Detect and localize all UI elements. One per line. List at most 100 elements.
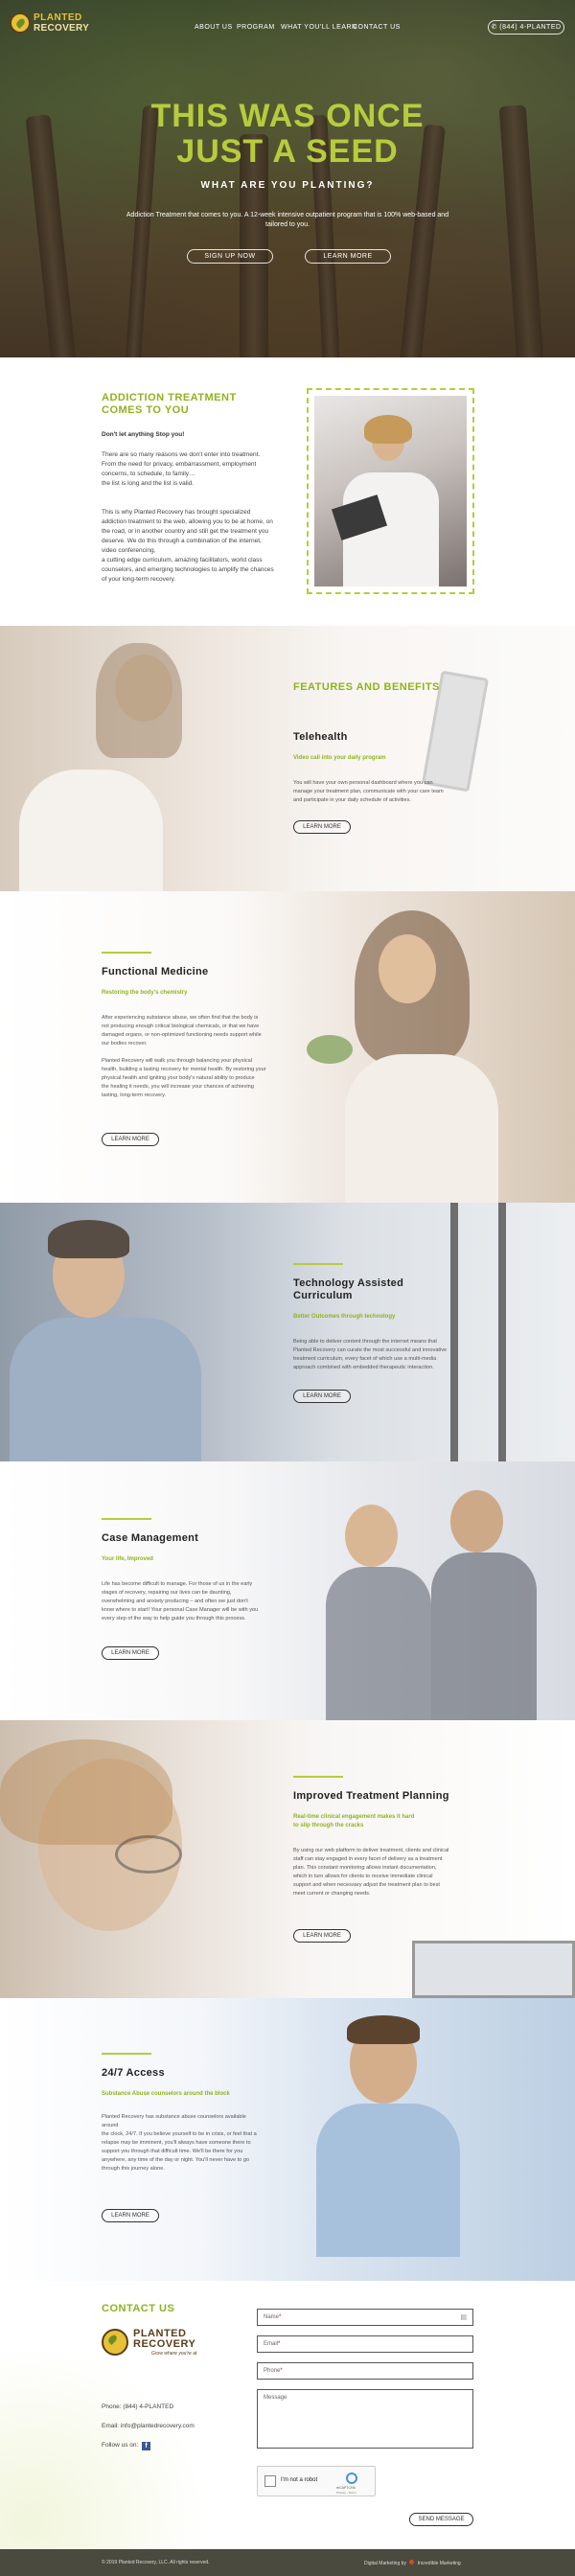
feature-title: 24/7 Access [102,2067,165,2079]
recaptcha-widget: I'm not a robot reCAPTCHA Privacy - Term… [257,2466,376,2496]
feature-body-line: staff can stay engaged in every facet of… [293,1856,443,1862]
logo-text-line2: RECOVERY [34,23,90,34]
recaptcha-brand: reCAPTCHA [336,2486,356,2490]
feature-subtitle: Video call into your daily program [293,755,386,761]
contact-phone[interactable]: Phone: (844) 4-PLANTED [102,2403,173,2412]
addiction-p2-line: addiction treatment to the web, allowing… [102,518,273,525]
credit-label: Digital Marketing by [364,2561,406,2566]
feature-body-line: Life has become difficult to manage. For… [102,1581,253,1587]
feature-body-line: support you through that difficult time.… [102,2149,243,2154]
feature-body-line: damaged organs, or non-optimized functio… [102,1032,262,1038]
email-label: Email [264,2341,279,2347]
feature-subtitle: Substance Abuse counselors around the bl… [102,2091,230,2097]
feature-body-line: support and when necessary adjust the tr… [293,1882,440,1888]
case-management-learn-more-button[interactable]: LEARN MORE [102,1646,159,1660]
contact-email[interactable]: Email: info@plantedrecovery.com [102,2422,195,2431]
feature-body-line: relapse may be imminent, you'll always h… [102,2140,251,2146]
feature-title-line2: Curriculum [293,1290,353,1301]
feature-body-line: the healing it needs, you will increase … [102,1084,254,1090]
feature-body-line: meet current or changing needs. [293,1891,371,1897]
feature-body: By using our web platform to deliver tre… [293,1847,514,1898]
accent-line [102,952,151,954]
feature-case-management-section: Case Management Your life, Improved Life… [0,1461,575,1720]
feature-treatment-planning-section: Improved Treatment Planning Real-time cl… [0,1720,575,1998]
addiction-p2-line: counselors, and emerging technologies to… [102,566,274,573]
feature-body: Life has become difficult to manage. For… [102,1580,303,1623]
hero-text: Addiction Treatment that comes to you. A… [125,211,450,230]
addiction-title-line2: COMES TO YOU [102,404,190,416]
feature-title-line1: Technology Assisted [293,1277,404,1289]
name-field[interactable]: Name* ▤ [257,2309,473,2326]
feature-body-line: not producing enough critical biological… [102,1024,260,1029]
contact-section: CONTACT US PLANTED RECOVERY Grow where y… [0,2281,575,2549]
feature-body-line: and participate in your daily schedule o… [293,797,411,803]
addiction-p2-line: the road, or in another country and stil… [102,528,269,535]
email-field[interactable]: Email* [257,2335,473,2353]
message-label: Message [264,2395,288,2401]
credit: Digital Marketing by Incredible Marketin… [364,2560,461,2566]
feature-body: After experiencing substance abuse, we o… [102,1014,293,1100]
phone-field[interactable]: Phone* [257,2362,473,2380]
feature-body-line: lasting, long-term recovery. [102,1092,167,1098]
addiction-p2-line: of your long-term recovery. [102,576,176,583]
accent-line [293,1776,343,1778]
addiction-p1-line: From the need for privacy, embarrassment… [102,461,257,468]
feature-body-line: know where to start! Your personal Case … [102,1607,259,1613]
telehealth-learn-more-button[interactable]: LEARN MORE [293,820,351,834]
feature-body-line: Planted Recovery will walk you through b… [102,1058,253,1064]
logo-tagline: Grow where you're at [151,2351,197,2357]
phone-button[interactable]: ✆ (844) 4-PLANTED [488,20,564,34]
feature-technology-section: Technology Assisted Curriculum Better Ou… [0,1203,575,1461]
feature-body-line: physical health and igniting your body's… [102,1075,255,1081]
functional-medicine-learn-more-button[interactable]: LEARN MORE [102,1133,159,1146]
feature-functional-medicine-section: Functional Medicine Restoring the body's… [0,891,575,1203]
incredible-marketing-icon [409,2560,415,2564]
feature-subtitle: Your life, Improved [102,1556,153,1562]
nav-item-contact-us[interactable]: CONTACT US [353,24,401,31]
feature-body-line: By using our web platform to deliver tre… [293,1848,449,1853]
addiction-p2-line: video conferencing, [102,547,156,554]
feature-subtitle-line1: Real-time clinical engagement makes it h… [293,1814,415,1820]
feature-body: You will have your own personal dashboar… [293,779,514,805]
nav-item-program[interactable]: PROGRAM [237,24,275,31]
recaptcha-checkbox[interactable] [264,2475,276,2487]
feature-body-line: approach combined with embedded therapeu… [293,1365,434,1370]
credit-brand[interactable]: Incredible Marketing [418,2561,461,2566]
technology-learn-more-button[interactable]: LEARN MORE [293,1390,351,1403]
hero-title-line1: THIS WAS ONCE [150,98,425,134]
recaptcha-terms[interactable]: Privacy - Terms [336,2491,356,2495]
nav-item-what-youll-learn[interactable]: WHAT YOU'LL LEARN [281,24,357,31]
addiction-p2-line: deserve. We do this through a combinatio… [102,538,262,544]
feature-body-line: around [102,2123,119,2128]
addiction-paragraph-1: There are so many reasons we don't enter… [102,450,293,489]
feature-body-line: the clock, 24/7. If you believe yourself… [102,2131,257,2137]
contact-card-icon: ▤ [460,2314,467,2321]
access-learn-more-button[interactable]: LEARN MORE [102,2209,159,2222]
feature-body-line: health, building a lasting recovery for … [102,1067,266,1072]
logo-icon [102,2329,128,2356]
feature-body-line: manage your treatment plan, communicate … [293,789,444,794]
feature-body-line: Being able to deliver content through th… [293,1339,437,1345]
treatment-planning-learn-more-button[interactable]: LEARN MORE [293,1929,351,1943]
addiction-p1-line: the list is long and the list is valid. [102,480,195,487]
features-heading: FEATURES AND BENEFITS [293,681,440,693]
message-field[interactable]: Message [257,2389,473,2449]
phone-button-label: (844) 4-PLANTED [499,24,562,31]
feature-body-line: which in turn allows for clients to rece… [293,1874,433,1879]
logo-text-line2: RECOVERY [133,2338,196,2350]
feature-24-7-access-section: 24/7 Access Substance Abuse counselors a… [0,1998,575,2281]
send-message-button[interactable]: SEND MESSAGE [409,2513,473,2526]
nav-item-about-us[interactable]: ABOUT US [195,24,233,31]
accent-line [102,1518,151,1520]
feature-telehealth-section: FEATURES AND BENEFITS Telehealth Video c… [0,626,575,891]
facebook-icon[interactable]: f [142,2442,150,2450]
feature-body-line: plan. This constant monitoring allows in… [293,1865,437,1871]
feature-body-line: You will have your own personal dashboar… [293,780,433,786]
addiction-lead: Don't let anything Stop you! [102,431,185,438]
feature-title: Telehealth [293,731,348,743]
sign-up-button[interactable]: SIGN UP NOW [187,249,273,264]
phone-label: Phone [264,2368,281,2374]
footer: © 2019 Planted Recovery, LLC. All rights… [0,2549,575,2576]
addiction-paragraph-2: This is why Planted Recovery has brought… [102,508,293,585]
hero-learn-more-button[interactable]: LEARN MORE [305,249,391,264]
